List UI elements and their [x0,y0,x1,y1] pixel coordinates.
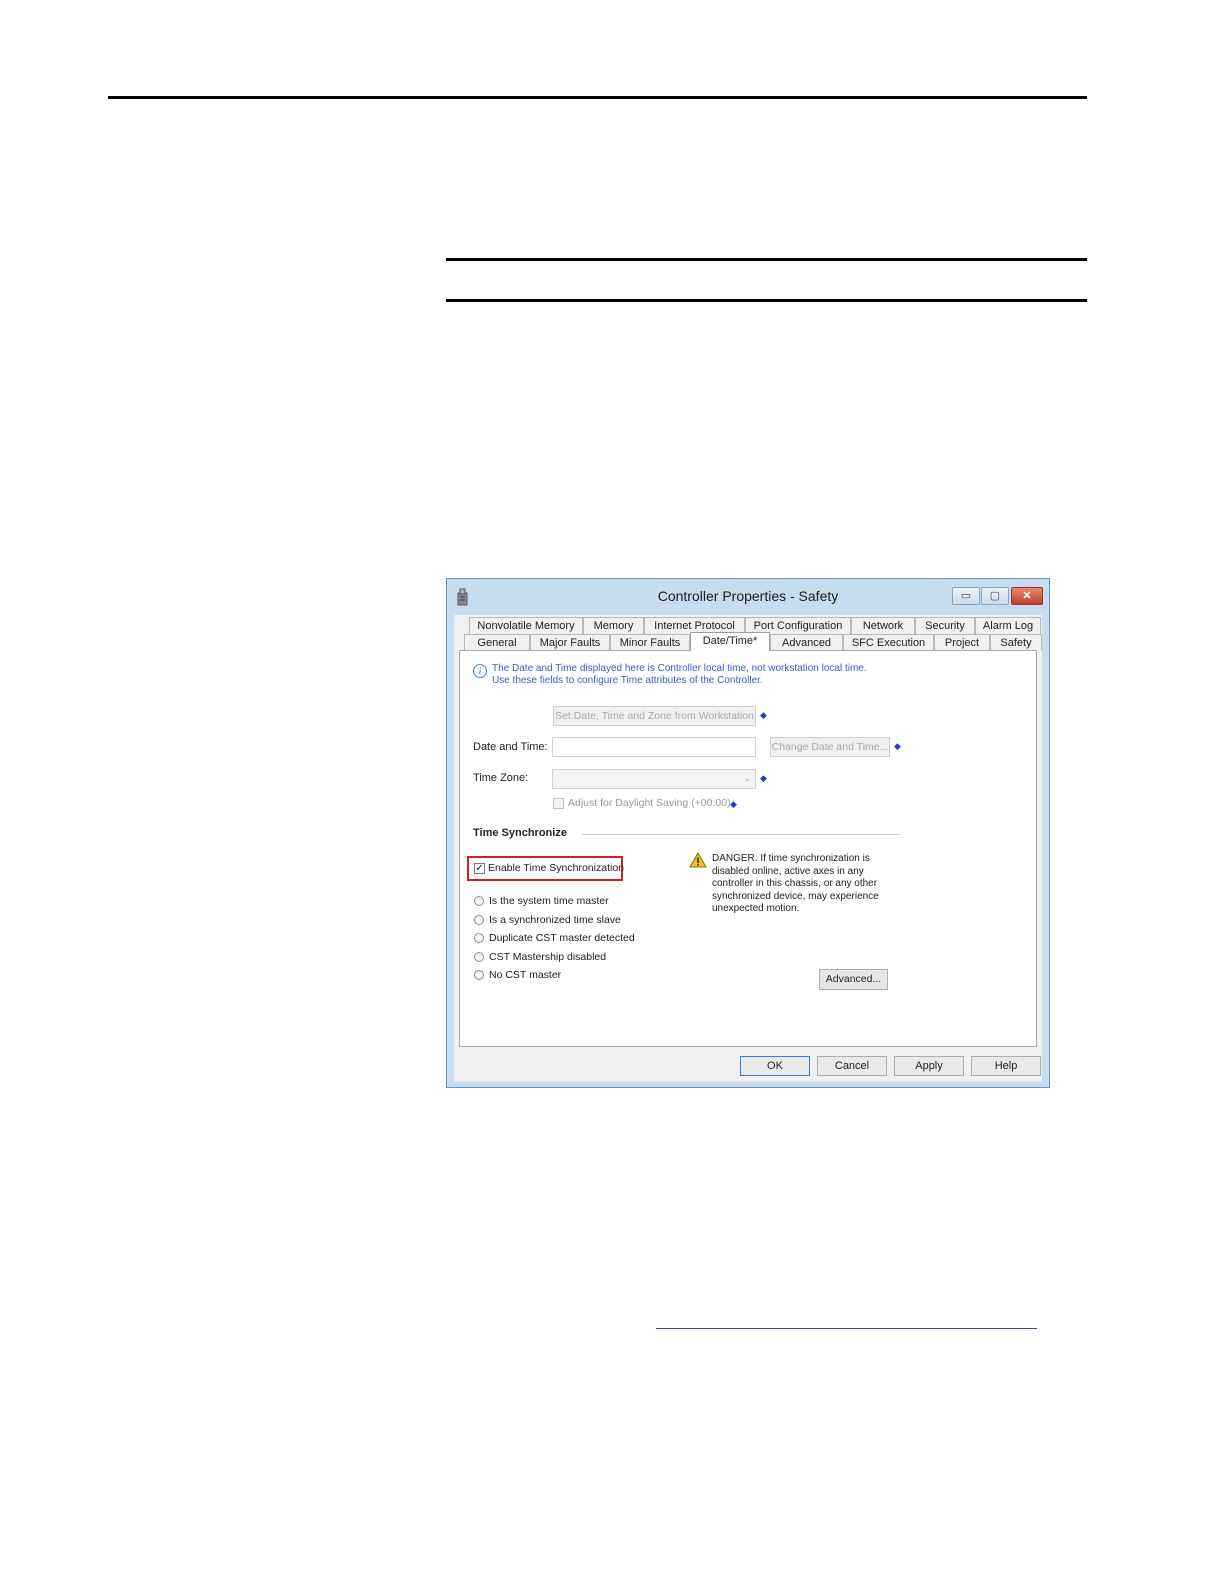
danger-line: controller in this chassis, or any other [712,878,878,889]
maximize-button[interactable]: ▢ [981,587,1009,605]
enable-sync-label: Enable Time Synchronization [488,862,624,874]
time-zone-select[interactable]: ⌄ [552,769,756,789]
date-time-field[interactable] [552,737,756,757]
danger-line: unexpected motion. [712,903,800,914]
info-icon: i [473,664,487,678]
date-time-label: Date and Time: [473,741,548,753]
minimize-button[interactable]: ▭ [952,587,980,605]
close-button[interactable]: ✕ [1011,587,1043,605]
chevron-down-icon: ⌄ [743,773,751,783]
maximize-icon: ▢ [989,590,1001,602]
danger-line: disabled online, active axes in any [712,865,864,877]
advanced-button[interactable]: Advanced... [819,969,888,990]
info-text-line1: The Date and Time displayed here is Cont… [492,663,867,674]
cancel-button-label: Cancel [834,1060,870,1072]
danger-line: DANGER. If time synchronization is [712,853,870,864]
title-bar[interactable]: Controller Properties - Safety ▭ ▢ ✕ [447,579,1049,615]
tab-alarm-log[interactable]: Alarm Log [975,617,1041,634]
tab-project[interactable]: Project [934,634,990,651]
set-from-workstation-label: Set Date, Time and Zone from Workstation [555,710,754,722]
warning-icon [689,852,707,868]
advanced-button-label: Advanced... [825,973,882,985]
radio-label-no-cst-master: No CST master [489,969,562,981]
date-time-panel: i The Date and Time displayed here is Co… [459,650,1037,1047]
help-button-label: Help [994,1060,1018,1072]
radio-synchronized-time-slave[interactable] [474,915,484,925]
controller-properties-dialog: Controller Properties - Safety ▭ ▢ ✕ Non… [446,578,1050,1088]
set-from-workstation-arrow-icon: ◆ [760,710,767,720]
tab-minor-faults[interactable]: Minor Faults [610,634,690,651]
radio-cst-mastership-disabled[interactable] [474,952,484,962]
radio-duplicate-cst-master[interactable] [474,933,484,943]
radio-system-time-master[interactable] [474,896,484,906]
tab-nonvolatile-memory[interactable]: Nonvolatile Memory [469,617,583,634]
tab-network[interactable]: Network [851,617,915,634]
change-date-time-button[interactable]: Change Date and Time... [770,737,890,757]
radio-label-system-time-master: Is the system time master [489,895,609,907]
tab-date-time[interactable]: Date/Time* [690,632,770,651]
change-date-time-arrow-icon: ◆ [894,741,901,751]
tab-major-faults[interactable]: Major Faults [530,634,610,651]
danger-line: synchronized device, may experience [712,890,879,902]
dialog-client-area: Nonvolatile Memory Memory Internet Proto… [454,615,1042,1082]
radio-label-cst-mastership-disabled: CST Mastership disabled [489,951,607,963]
apply-button[interactable]: Apply [894,1056,964,1076]
enable-sync-checkbox[interactable]: ✓ [474,863,485,874]
section-rule-upper [446,258,1087,261]
tab-sfc-execution[interactable]: SFC Execution [843,634,934,651]
radio-label-duplicate-cst-master: Duplicate CST master detected [489,932,635,944]
ok-button-label: OK [767,1060,783,1072]
danger-message: DANGER. If time synchronization is disab… [712,853,879,916]
apply-button-label: Apply [915,1060,943,1072]
help-button[interactable]: Help [971,1056,1041,1076]
time-zone-label: Time Zone: [473,772,529,784]
info-text-line2: Use these fields to configure Time attri… [492,675,763,686]
tab-general[interactable]: General [464,634,530,651]
radio-no-cst-master[interactable] [474,970,484,980]
time-synchronize-divider [582,834,900,835]
radio-label-synchronized-time-slave: Is a synchronized time slave [489,914,621,926]
tab-advanced[interactable]: Advanced [770,634,843,651]
top-rule [108,96,1087,99]
minimize-icon: ▭ [960,590,972,602]
daylight-saving-label: Adjust for Daylight Saving (+00:00) [568,797,731,809]
daylight-saving-arrow-icon: ◆ [730,799,737,809]
tab-security[interactable]: Security [915,617,975,634]
set-from-workstation-button[interactable]: Set Date, Time and Zone from Workstation [553,706,756,726]
tab-memory[interactable]: Memory [583,617,644,634]
time-zone-arrow-icon: ◆ [760,773,767,783]
ok-button[interactable]: OK [740,1056,810,1076]
cancel-button[interactable]: Cancel [817,1056,887,1076]
time-synchronize-title: Time Synchronize [473,827,567,839]
section-rule-lower [446,299,1087,302]
link-underline [656,1328,1037,1329]
change-date-time-label: Change Date and Time... [771,741,889,753]
daylight-saving-checkbox[interactable] [553,798,564,809]
tab-safety[interactable]: Safety [990,634,1042,651]
close-icon: ✕ [1022,590,1032,602]
